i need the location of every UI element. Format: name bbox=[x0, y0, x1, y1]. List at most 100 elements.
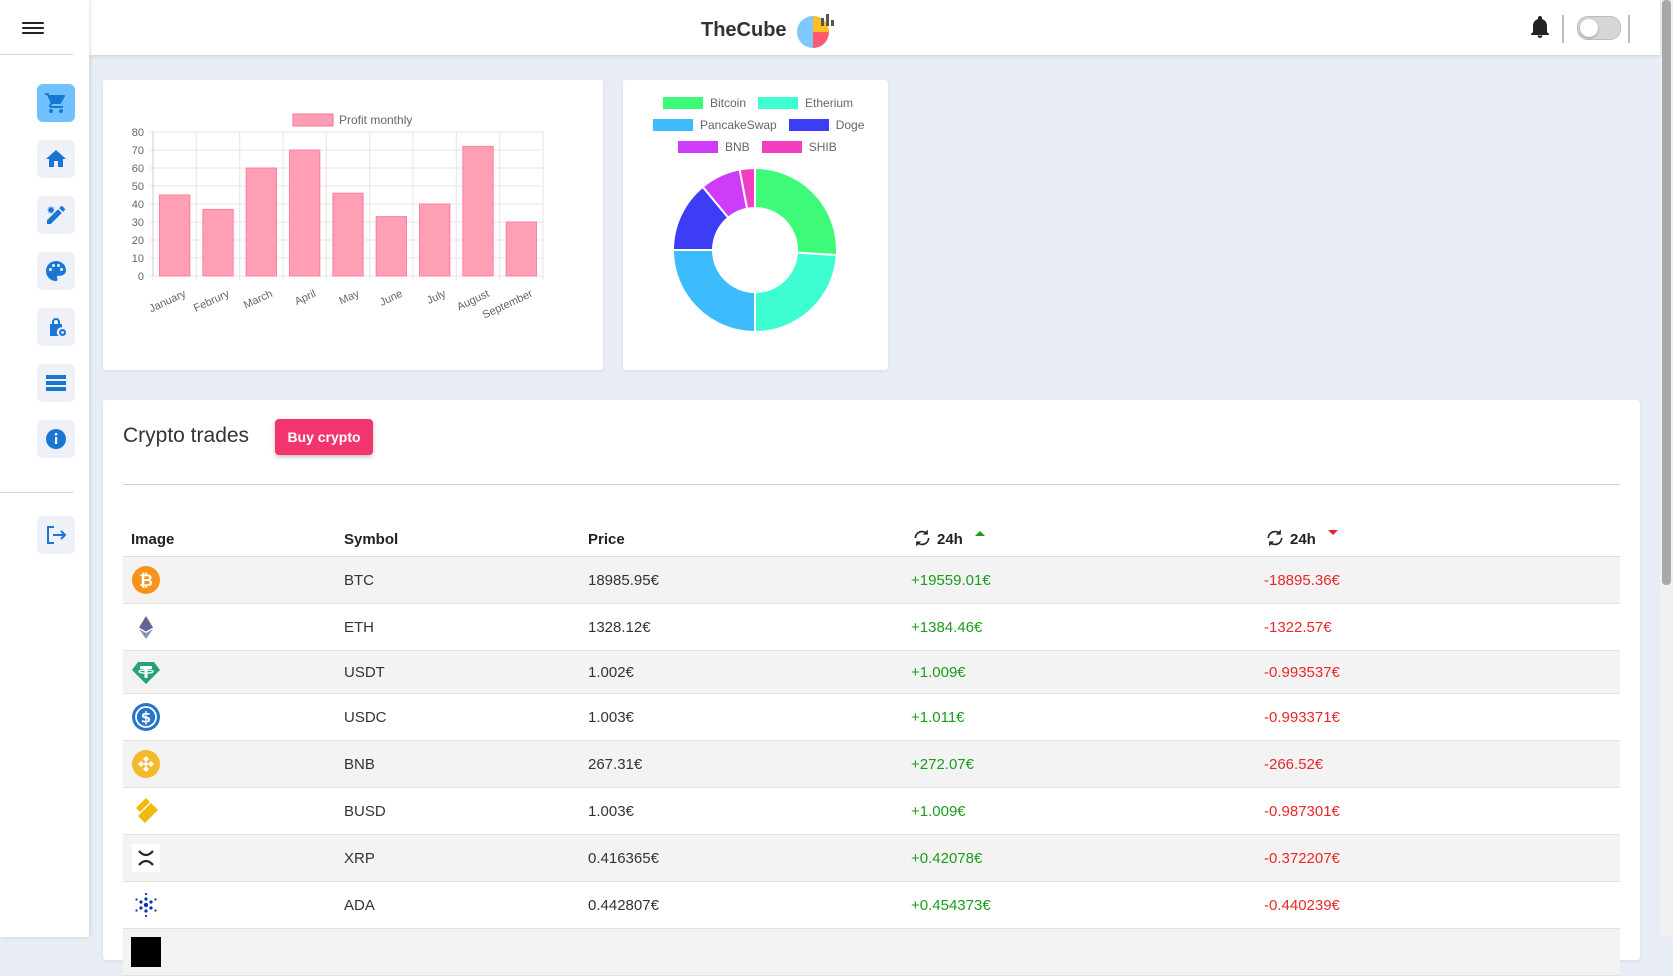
coin-symbol: ETH bbox=[336, 603, 580, 651]
table-row[interactable]: ₿ BTC 18985.95€ +19559.01€ -18895.36€ bbox=[123, 556, 1620, 604]
y-tick-label: 0 bbox=[138, 271, 144, 283]
column-header-24h-up[interactable]: 24h bbox=[903, 508, 1256, 557]
x-tick-label: July bbox=[425, 288, 448, 307]
list-icon bbox=[46, 375, 66, 391]
coin-24h-low: -266.52€ bbox=[1256, 740, 1620, 788]
logout-button[interactable] bbox=[37, 516, 75, 554]
coin-price: 1.002€ bbox=[580, 650, 903, 694]
notification-bell-icon[interactable] bbox=[1531, 16, 1549, 38]
x-tick-label: June bbox=[378, 288, 405, 309]
sidebar-item-list[interactable] bbox=[37, 364, 75, 402]
coin-24h-high: +1.009€ bbox=[903, 787, 1256, 835]
sidebar-item-edit[interactable] bbox=[37, 196, 75, 234]
coin-24h-low: -0.440239€ bbox=[1256, 881, 1620, 929]
toggle-knob bbox=[1580, 19, 1598, 37]
table-row[interactable]: $ USDC 1.003€ +1.011€ -0.993371€ bbox=[123, 693, 1620, 741]
trades-title: Crypto trades bbox=[123, 424, 250, 447]
sidebar-divider bbox=[0, 492, 73, 493]
ethereum-icon bbox=[139, 616, 153, 639]
profit-bar[interactable] bbox=[332, 192, 364, 277]
sidebar-item-info[interactable] bbox=[37, 420, 75, 458]
coin-24h-high: +19559.01€ bbox=[903, 556, 1256, 604]
sort-up-icon bbox=[974, 531, 985, 536]
profit-bar[interactable] bbox=[245, 167, 278, 277]
table-row[interactable]: ADA 0.442807€ +0.454373€ -0.440239€ bbox=[123, 881, 1620, 929]
table-row[interactable]: ETH 1328.12€ +1384.46€ -1322.57€ bbox=[123, 603, 1620, 651]
sidebar-item-cart[interactable] bbox=[37, 84, 75, 122]
profit-bar[interactable] bbox=[159, 194, 191, 277]
x-tick-label: April bbox=[293, 288, 318, 308]
coin-price: 0.442807€ bbox=[580, 881, 903, 929]
home-icon bbox=[46, 150, 66, 167]
table-row[interactable]: USDT 1.002€ +1.009€ -0.993537€ bbox=[123, 650, 1620, 694]
table-row[interactable]: BUSD 1.003€ +1.009€ -0.987301€ bbox=[123, 787, 1620, 835]
theme-toggle[interactable] bbox=[1577, 16, 1621, 40]
profit-bar[interactable] bbox=[289, 149, 321, 277]
brand-logo[interactable]: TheCube bbox=[701, 12, 835, 48]
coin-symbol: BNB bbox=[336, 740, 580, 788]
trades-divider bbox=[123, 484, 1620, 485]
profit-bar[interactable] bbox=[462, 145, 494, 277]
coin-symbol: USDC bbox=[336, 693, 580, 741]
coin-24h-low: -0.993537€ bbox=[1256, 650, 1620, 694]
profit-legend-swatch bbox=[292, 113, 334, 127]
profit-chart-card: 0 10 20 30 40 50 60 70 80 January Februry March Apri… bbox=[103, 80, 603, 370]
donut-slice-bitcoin[interactable] bbox=[754, 166, 838, 257]
sidebar-item-home[interactable] bbox=[37, 140, 75, 178]
coin-price: 18985.95€ bbox=[580, 556, 903, 604]
column-header-24h-label: 24h bbox=[937, 531, 963, 548]
y-tick-label: 20 bbox=[132, 235, 144, 247]
coin-symbol: ADA bbox=[336, 881, 580, 929]
svg-text:$: $ bbox=[141, 709, 151, 727]
top-header: TheCube bbox=[89, 0, 1660, 55]
profit-legend-label: Profit monthly bbox=[339, 113, 412, 127]
cube-chart-logo-icon bbox=[796, 14, 834, 48]
bitcoin-icon: ₿ bbox=[132, 566, 160, 594]
palette-icon bbox=[46, 261, 66, 281]
page-scrollbar[interactable] bbox=[1660, 0, 1673, 937]
edit-icon bbox=[47, 206, 65, 224]
donut-slice-etherium[interactable] bbox=[754, 251, 838, 334]
sidebar-item-security[interactable] bbox=[37, 308, 75, 346]
y-tick-label: 10 bbox=[132, 253, 144, 265]
column-header-24h-label: 24h bbox=[1290, 531, 1316, 548]
profit-bar[interactable] bbox=[419, 203, 451, 277]
crypto-trades-card: Crypto trades Buy crypto Image Symbol Pr… bbox=[103, 400, 1640, 976]
coin-price: 1328.12€ bbox=[580, 603, 903, 651]
x-tick-label: Februry bbox=[192, 288, 232, 315]
header-separator bbox=[1628, 15, 1630, 43]
hamburger-menu-icon[interactable] bbox=[22, 19, 44, 37]
buy-crypto-button[interactable]: Buy crypto bbox=[275, 419, 373, 455]
sidebar-item-palette[interactable] bbox=[37, 252, 75, 290]
coin-24h-high: +272.07€ bbox=[903, 740, 1256, 788]
cardano-icon bbox=[135, 892, 157, 918]
sidebar-divider bbox=[0, 54, 73, 55]
brand-name: TheCube bbox=[701, 18, 787, 41]
scrollbar-thumb[interactable] bbox=[1662, 0, 1671, 585]
crypto-donut-card: Bitcoin Etherium PancakeSwap Doge BNB SHIB bbox=[623, 80, 888, 370]
profit-bar[interactable] bbox=[202, 208, 234, 277]
column-header-image: Image bbox=[123, 508, 336, 557]
coin-24h-low: -0.987301€ bbox=[1256, 787, 1620, 835]
coin-24h-low: -18895.36€ bbox=[1256, 556, 1620, 604]
coin-24h-low: -0.993371€ bbox=[1256, 693, 1620, 741]
coin-symbol: BTC bbox=[336, 556, 580, 604]
xrp-icon bbox=[132, 844, 160, 872]
donut-slice-pancakeswap[interactable] bbox=[671, 249, 756, 334]
refresh-icon bbox=[1267, 529, 1283, 547]
profit-bar[interactable] bbox=[375, 216, 407, 277]
table-row[interactable] bbox=[123, 928, 1620, 976]
column-header-24h-down[interactable]: 24h bbox=[1256, 508, 1620, 557]
table-row[interactable]: BNB 267.31€ +272.07€ -266.52€ bbox=[123, 740, 1620, 788]
table-row[interactable]: XRP 0.416365€ +0.42078€ -0.372207€ bbox=[123, 834, 1620, 882]
coin-price: 267.31€ bbox=[580, 740, 903, 788]
svg-text:₿: ₿ bbox=[139, 571, 153, 591]
tether-icon bbox=[132, 662, 160, 684]
column-header-price: Price bbox=[580, 508, 903, 557]
lock-icon bbox=[50, 318, 66, 336]
crypto-donut-chart bbox=[671, 166, 838, 334]
y-tick-label: 40 bbox=[132, 199, 144, 211]
coin-icon bbox=[131, 937, 161, 967]
busd-icon bbox=[136, 798, 158, 823]
profit-bar[interactable] bbox=[505, 221, 537, 277]
